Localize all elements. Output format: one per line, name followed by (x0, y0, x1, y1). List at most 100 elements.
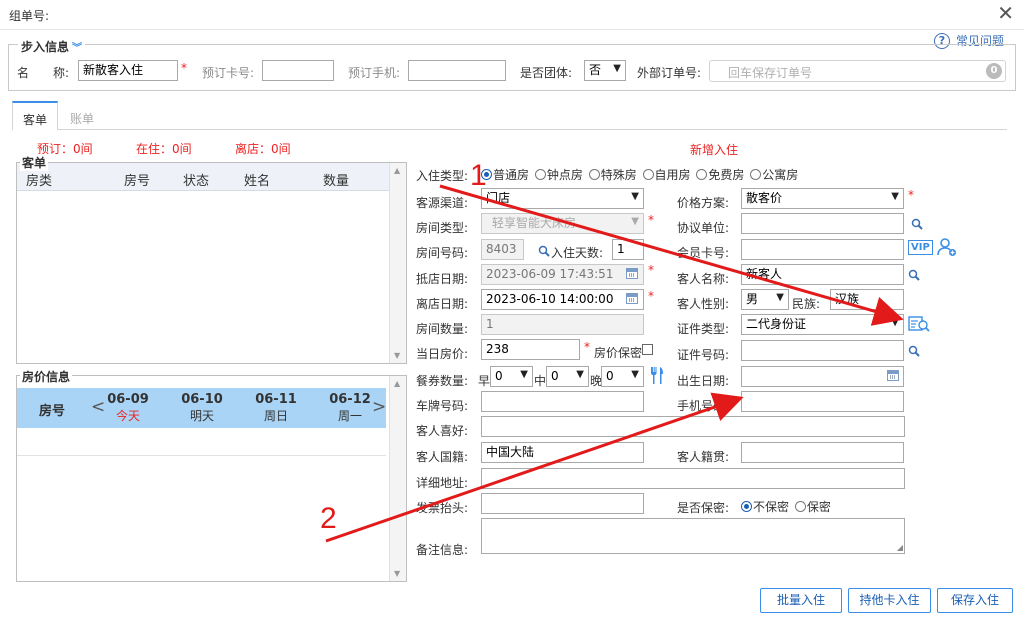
reserve-card-input[interactable] (262, 60, 334, 81)
search-icon[interactable] (911, 218, 923, 230)
ethnic-input[interactable]: 汉族 (830, 289, 904, 310)
checkin-type-option[interactable]: 免费房 (696, 168, 744, 182)
hobby-input[interactable] (481, 416, 905, 437)
plate-input[interactable] (481, 391, 644, 412)
remark-label: 备注信息: (416, 543, 469, 557)
save-checkin-button[interactable]: 保存入住 (937, 588, 1013, 613)
search-icon[interactable] (908, 269, 920, 281)
chevron-down-icon: ▼ (891, 191, 899, 202)
guest-list-panel: 房类 房号 状态 姓名 数量 ▲ ▼ (16, 162, 407, 364)
room-count-input[interactable]: 1 (481, 314, 644, 335)
ext-order-placeholder: 回车保存订单号 (728, 66, 813, 80)
reserve-phone-input[interactable] (408, 60, 506, 81)
id-no-label: 证件号码: (677, 348, 730, 362)
lunch-value: 0 (551, 369, 559, 383)
id-no-input[interactable] (741, 340, 904, 361)
chevron-right-icon[interactable]: > (372, 397, 386, 417)
checkin-type-option[interactable]: 钟点房 (534, 168, 583, 182)
resize-grip-icon[interactable]: ◢ (897, 543, 903, 552)
reserve-card-label: 预订卡号: (202, 66, 255, 80)
days-input[interactable]: 1 (612, 239, 644, 260)
radio-selected-icon (741, 501, 752, 512)
guest-list-scrollbar[interactable]: ▲ ▼ (389, 163, 406, 363)
source-select[interactable]: 门店 ▼ (481, 188, 644, 209)
scroll-up-icon[interactable]: ▲ (394, 379, 400, 388)
source-value: 门店 (486, 191, 511, 205)
column-header[interactable]: 状态 (183, 170, 209, 189)
calendar-icon[interactable] (887, 370, 899, 381)
search-icon[interactable] (908, 345, 920, 357)
add-user-icon[interactable] (937, 237, 957, 257)
lunch-select[interactable]: 0 ▼ (546, 366, 589, 387)
scroll-up-icon[interactable]: ▲ (394, 166, 400, 175)
secret-option[interactable]: 不保密 (741, 500, 789, 514)
guest-name-input[interactable]: 新客人 (741, 264, 904, 285)
depart-label: 离店日期: (416, 297, 469, 311)
tab-bar: 客单 账单 (12, 101, 1007, 131)
search-icon[interactable] (538, 245, 550, 257)
secret-label: 是否保密: (677, 501, 730, 515)
tab-guest[interactable]: 客单 (12, 101, 59, 131)
scroll-down-icon[interactable]: ▼ (394, 351, 400, 360)
checkin-type-option[interactable]: 普通房 (481, 168, 529, 182)
checkin-type-option[interactable]: 自用房 (642, 168, 691, 182)
scroll-down-icon[interactable]: ▼ (394, 569, 400, 578)
calendar-icon[interactable] (626, 293, 638, 304)
id-type-select[interactable]: 二代身份证 ▼ (741, 314, 904, 335)
checkin-type-option[interactable]: 公寓房 (750, 168, 798, 182)
required-mark: * (181, 61, 187, 75)
arrive-date-input[interactable]: 2023-06-09 17:43:51 (481, 264, 644, 285)
column-header[interactable]: 房号 (124, 170, 150, 189)
member-card-input[interactable] (741, 239, 904, 260)
window-title: 组单号: (9, 9, 50, 23)
other-card-checkin-button[interactable]: 持他卡入住 (848, 588, 931, 613)
name-input[interactable]: 新散客入住 (78, 60, 178, 81)
day-column: 06-11 周日 (251, 392, 301, 424)
batch-checkin-button[interactable]: 批量入住 (760, 588, 842, 613)
day-column: 06-12 周一 (325, 392, 375, 424)
room-no-input[interactable]: 8403 (481, 239, 524, 260)
ext-order-label: 外部订单号: (637, 66, 702, 80)
column-header[interactable]: 房类 (26, 170, 52, 189)
column-header[interactable]: 数量 (323, 170, 349, 189)
fork-knife-icon (651, 367, 663, 384)
nationality-label: 客人国籍: (416, 450, 469, 464)
price-secret-checkbox[interactable] (642, 344, 653, 355)
day-weekday: 明天 (189, 409, 214, 423)
option-label: 自用房 (654, 168, 691, 182)
invoice-input[interactable] (481, 493, 644, 514)
birth-date-input[interactable] (741, 366, 904, 387)
dinner-select[interactable]: 0 ▼ (601, 366, 644, 387)
mobile-input[interactable] (741, 391, 904, 412)
step-in-legend[interactable]: 步入信息 ︾ (18, 38, 86, 55)
tab-bill[interactable]: 账单 (59, 101, 105, 130)
price-header: 房号 < 06-09 今天 06-10 明天 06-11 周日 06-12 周一… (17, 388, 386, 428)
day-price-input[interactable]: 238 (481, 339, 580, 360)
annotation-number-2: 2 (320, 502, 337, 535)
id-card-reader-icon[interactable] (908, 316, 930, 332)
breakfast-select[interactable]: 0 ▼ (490, 366, 533, 387)
ext-order-input[interactable]: 回车保存订单号 0 (709, 60, 1006, 82)
id-type-value: 二代身份证 (746, 317, 807, 331)
room-type-select[interactable]: 轻享智能大床房 ▼ (481, 213, 644, 234)
calendar-icon[interactable] (626, 268, 638, 279)
address-input[interactable] (481, 468, 905, 489)
remark-textarea[interactable]: ◢ (481, 518, 905, 554)
checkin-type-option[interactable]: 特殊房 (588, 168, 637, 182)
vip-icon[interactable]: VIP (908, 240, 933, 255)
depart-date-input[interactable]: 2023-06-10 14:00:00 (481, 289, 644, 310)
nationality-input[interactable]: 中国大陆 (481, 442, 644, 463)
close-icon[interactable]: ✕ (997, 3, 1014, 23)
id-type-label: 证件类型: (677, 322, 730, 336)
is-group-select[interactable]: 否 ▼ (584, 60, 626, 81)
agreement-input[interactable] (741, 213, 904, 234)
secret-option[interactable]: 保密 (794, 500, 831, 514)
gender-select[interactable]: 男 ▼ (741, 289, 789, 310)
radio-icon (588, 169, 600, 180)
radio-icon (750, 169, 762, 180)
origin-input[interactable] (741, 442, 904, 463)
guest-panel-title: 客单 (20, 154, 49, 171)
column-header[interactable]: 姓名 (244, 170, 270, 189)
price-scrollbar[interactable]: ▲ ▼ (389, 376, 406, 581)
price-plan-select[interactable]: 散客价 ▼ (741, 188, 904, 209)
